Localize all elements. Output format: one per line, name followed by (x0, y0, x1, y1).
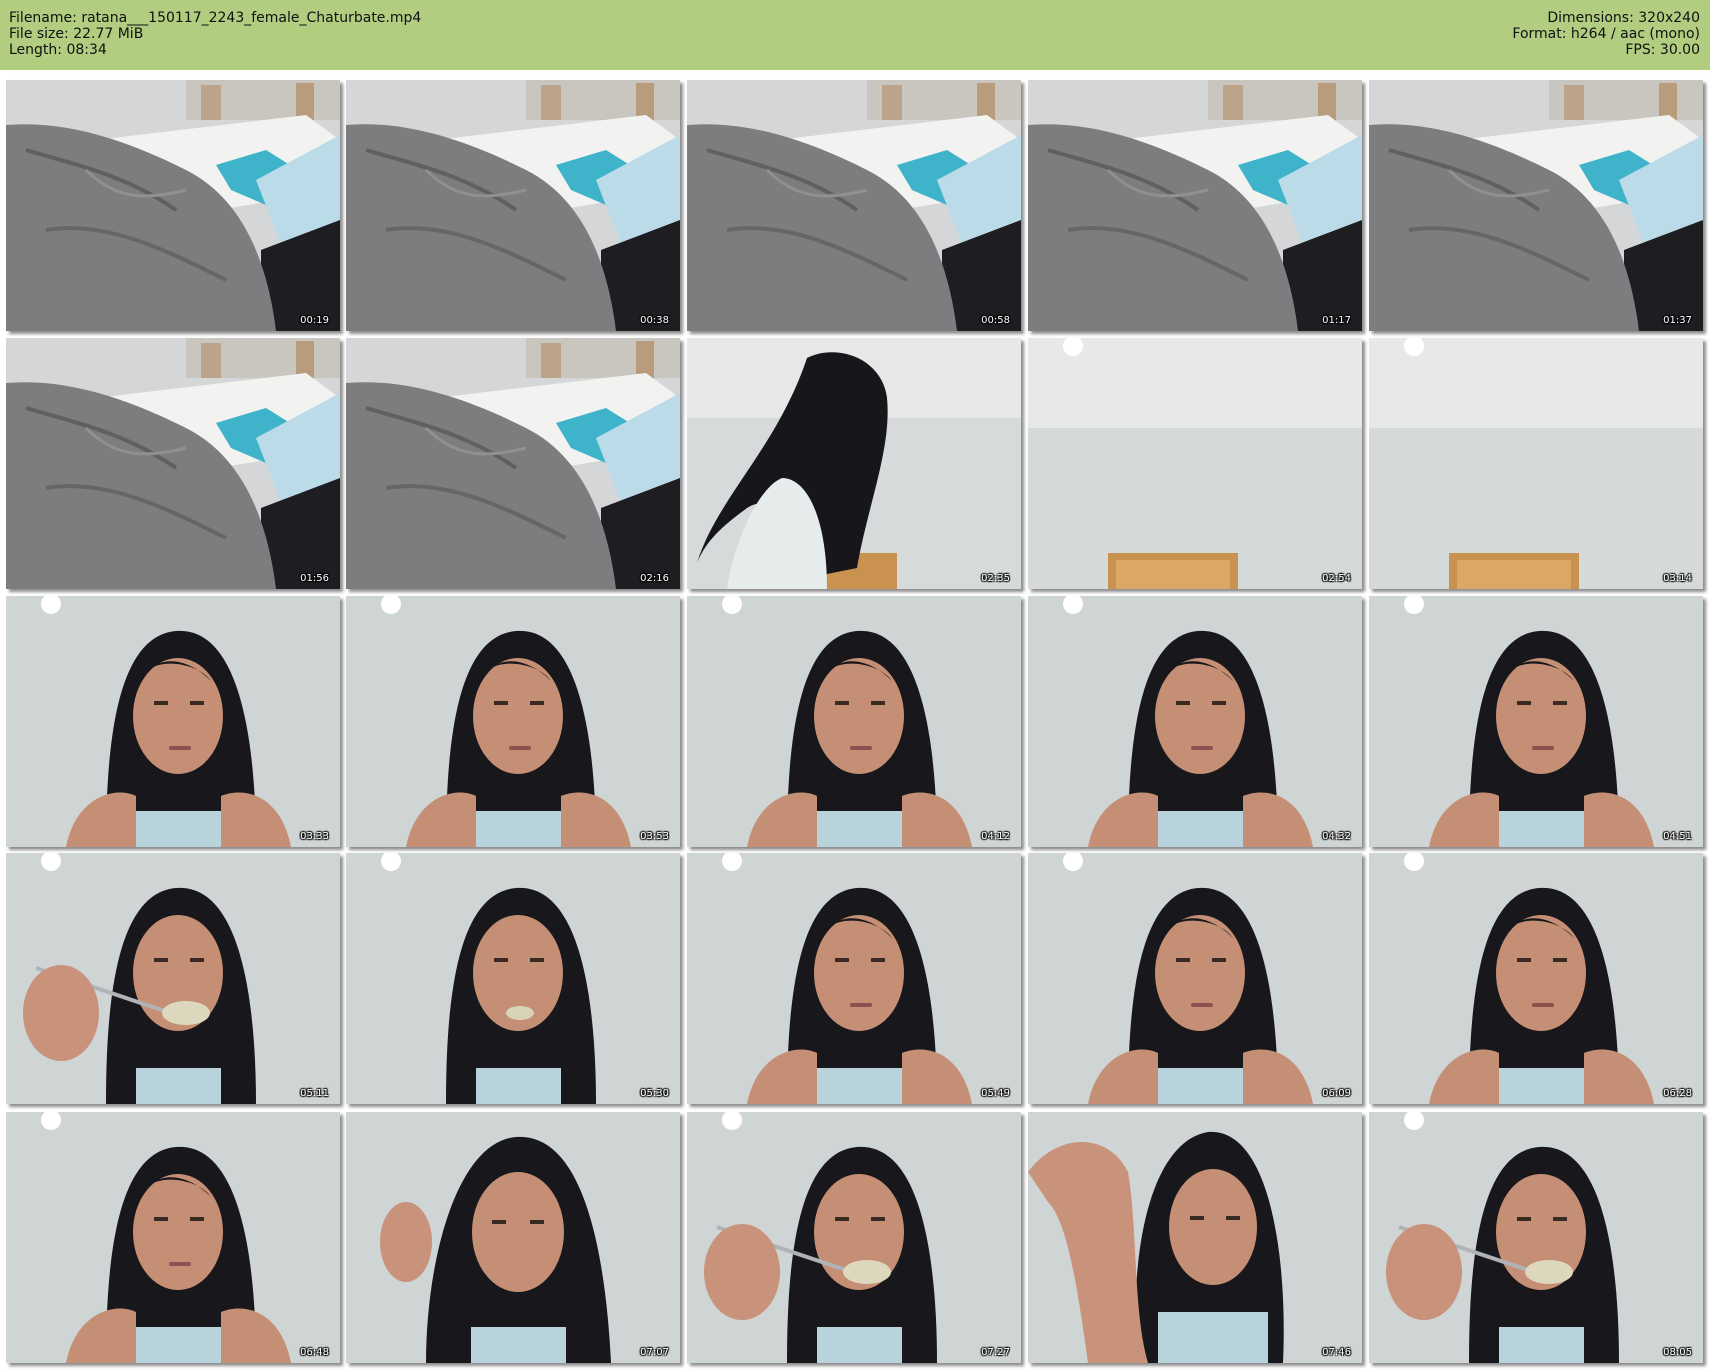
thumbnail-image (687, 853, 1021, 1104)
timestamp-label: 00:58 (981, 315, 1010, 326)
timestamp-label: 04:32 (1322, 831, 1351, 842)
video-thumbnail: 00:58 (687, 80, 1021, 331)
timestamp-label: 01:37 (1663, 315, 1692, 326)
timestamp-label: 02:35 (981, 573, 1010, 584)
video-thumbnail: 05:49 (687, 853, 1021, 1104)
timestamp-label: 05:30 (640, 1088, 669, 1099)
timestamp-label: 07:07 (640, 1347, 669, 1358)
video-thumbnail: 03:33 (6, 596, 340, 847)
video-thumbnail: 04:12 (687, 596, 1021, 847)
timestamp-label: 02:54 (1322, 573, 1351, 584)
video-thumbnail: 01:17 (1028, 80, 1362, 331)
video-thumbnail: 01:37 (1369, 80, 1703, 331)
thumbnail-grid: 00:19 00:38 00:58 01:17 01:37 01:56 02:1… (0, 0, 1710, 1370)
timestamp-label: 08:05 (1663, 1347, 1692, 1358)
thumbnail-image (346, 596, 680, 847)
thumbnail-image (1369, 1112, 1703, 1363)
video-thumbnail: 02:35 (687, 338, 1021, 589)
timestamp-label: 06:48 (300, 1347, 329, 1358)
timestamp-label: 01:17 (1322, 315, 1351, 326)
thumbnail-image (1369, 853, 1703, 1104)
timestamp-label: 04:51 (1663, 831, 1692, 842)
video-thumbnail: 07:46 (1028, 1112, 1362, 1363)
thumbnail-image (346, 853, 680, 1104)
timestamp-label: 06:28 (1663, 1088, 1692, 1099)
thumbnail-image (687, 80, 1021, 331)
thumbnail-image (1369, 338, 1703, 589)
thumbnail-image (6, 1112, 340, 1363)
timestamp-label: 03:53 (640, 831, 669, 842)
thumbnail-image (1028, 596, 1362, 847)
timestamp-label: 07:27 (981, 1347, 1010, 1358)
thumbnail-image (1028, 853, 1362, 1104)
video-thumbnail: 04:51 (1369, 596, 1703, 847)
timestamp-label: 04:12 (981, 831, 1010, 842)
thumbnail-image (6, 338, 340, 589)
thumbnail-image (6, 80, 340, 331)
video-thumbnail: 02:16 (346, 338, 680, 589)
video-thumbnail: 05:30 (346, 853, 680, 1104)
video-thumbnail: 00:38 (346, 80, 680, 331)
thumbnail-image (1028, 338, 1362, 589)
video-thumbnail: 06:09 (1028, 853, 1362, 1104)
thumbnail-image (687, 1112, 1021, 1363)
thumbnail-image (687, 596, 1021, 847)
timestamp-label: 06:09 (1322, 1088, 1351, 1099)
video-thumbnail: 06:48 (6, 1112, 340, 1363)
thumbnail-image (346, 1112, 680, 1363)
thumbnail-image (1369, 80, 1703, 331)
timestamp-label: 03:33 (300, 831, 329, 842)
thumbnail-image (1028, 1112, 1362, 1363)
timestamp-label: 00:38 (640, 315, 669, 326)
timestamp-label: 01:56 (300, 573, 329, 584)
timestamp-label: 00:19 (300, 315, 329, 326)
video-thumbnail: 08:05 (1369, 1112, 1703, 1363)
timestamp-label: 02:16 (640, 573, 669, 584)
video-thumbnail: 06:28 (1369, 853, 1703, 1104)
timestamp-label: 03:14 (1663, 573, 1692, 584)
thumbnail-image (6, 853, 340, 1104)
thumbnail-image (1028, 80, 1362, 331)
thumbnail-image (346, 80, 680, 331)
video-thumbnail: 07:27 (687, 1112, 1021, 1363)
video-thumbnail: 03:53 (346, 596, 680, 847)
thumbnail-image (687, 338, 1021, 589)
thumbnail-image (6, 596, 340, 847)
video-thumbnail: 04:32 (1028, 596, 1362, 847)
video-thumbnail: 01:56 (6, 338, 340, 589)
video-thumbnail: 05:11 (6, 853, 340, 1104)
timestamp-label: 05:11 (300, 1088, 329, 1099)
video-thumbnail: 00:19 (6, 80, 340, 331)
video-thumbnail: 07:07 (346, 1112, 680, 1363)
timestamp-label: 05:49 (981, 1088, 1010, 1099)
thumbnail-image (1369, 596, 1703, 847)
thumbnail-image (346, 338, 680, 589)
timestamp-label: 07:46 (1322, 1347, 1351, 1358)
video-thumbnail: 02:54 (1028, 338, 1362, 589)
video-thumbnail: 03:14 (1369, 338, 1703, 589)
